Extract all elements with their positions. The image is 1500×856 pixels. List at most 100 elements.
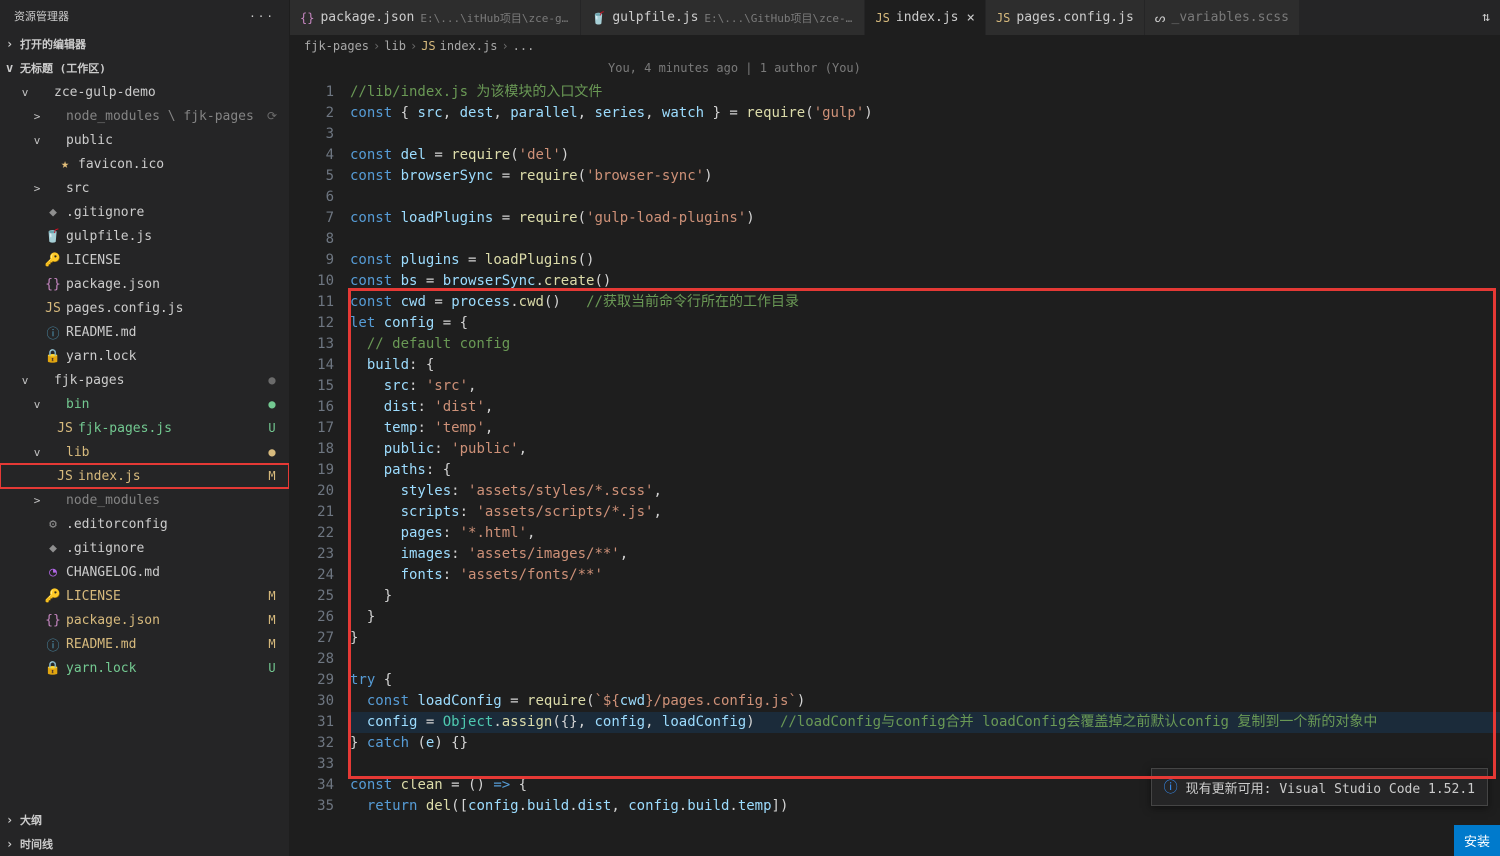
editor-tab[interactable]: ᔕ_variables.scss [1145,0,1300,35]
tree-row[interactable]: vfjk-pages● [0,368,289,392]
tree-label: .editorconfig [66,517,281,532]
explorer-title: 资源管理器 [14,8,69,24]
tree-row[interactable]: {} package.json [0,272,289,296]
tree-row[interactable]: v zce-gulp-demo [0,80,289,104]
tree-row[interactable]: 🔑LICENSE [0,248,289,272]
install-button[interactable]: 安装 [1454,825,1500,856]
tab-icon: {} [300,11,314,25]
tree-row[interactable]: ⓘREADME.md [0,320,289,344]
file-icon: 🔑 [44,589,62,604]
editor-tab[interactable]: 🥤 gulpfile.js E:\...\GitHub项目\zce-gulp-dem… [581,0,865,35]
tab-label: package.json [320,10,414,25]
workspace-section[interactable]: v无标题 (工作区) [0,56,289,80]
tree-row[interactable]: >node_modules \ fjk-pages⟳ [0,104,289,128]
outline-label: 大纲 [20,812,42,828]
tree-row[interactable]: >node_modules [0,488,289,512]
git-status: U [263,421,281,435]
chevron-icon: v [18,374,32,387]
tab-bar[interactable]: {} package.json E:\...\itHub项目\zce-gulp-de… [290,0,1500,35]
tree-label: package.json [66,613,263,628]
breadcrumb-separator: › [410,39,417,53]
tree-row[interactable]: >src [0,176,289,200]
breadcrumb-item[interactable]: index.js [440,39,498,53]
editor-tab[interactable]: JSpages.config.js [986,0,1145,35]
chevron-icon: v [30,446,44,459]
code-area[interactable]: //lib/index.js 为该模块的入口文件const { src, des… [350,57,1500,856]
breadcrumb-separator: › [373,39,380,53]
tab-icon: 🥤 [591,11,606,25]
file-icon: JS [44,301,62,316]
tree-label: node_modules [66,493,281,508]
tab-label: index.js [896,10,959,25]
tree-label: zce-gulp-demo [54,85,281,100]
tree-row[interactable]: vbin● [0,392,289,416]
git-status: ● [263,397,281,411]
breadcrumb-item[interactable]: lib [384,39,406,53]
tab-icon: ᔕ [1155,11,1166,25]
explorer-more-icon[interactable]: ··· [249,10,275,23]
codelens[interactable]: You, 4 minutes ago | 1 author (You) [608,61,861,75]
tree-label: gulpfile.js [66,229,281,244]
tab-icon: JS [996,11,1010,25]
git-status: M [263,637,281,651]
tree-label: package.json [66,277,281,292]
breadcrumb-item[interactable]: ... [513,39,535,53]
tree-row[interactable]: ★favicon.ico [0,152,289,176]
tree-label: favicon.ico [78,157,281,172]
tree-row[interactable]: 🔒yarn.lockU [0,656,289,680]
tree-row[interactable]: ⚙.editorconfig [0,512,289,536]
close-icon[interactable]: × [967,10,975,26]
update-notification[interactable]: ⓘ 现有更新可用: Visual Studio Code 1.52.1 [1151,768,1488,806]
git-status: ● [263,445,281,459]
workspace-label: 无标题 (工作区) [20,60,106,76]
tree-row[interactable]: 🔑 LICENSEM [0,584,289,608]
tree-row[interactable]: {}package.jsonM [0,608,289,632]
git-status: M [263,589,281,603]
tree-label: .gitignore [66,541,281,556]
tab-label: gulpfile.js [612,10,698,25]
tree-row[interactable]: ◆.gitignore [0,536,289,560]
breadcrumb[interactable]: fjk-pages›lib›JSindex.js›... [290,35,1500,57]
file-icon: ◆ [44,205,62,220]
tree-row[interactable]: JSfjk-pages.jsU [0,416,289,440]
tree-label: yarn.lock [66,661,263,676]
breadcrumb-item[interactable]: fjk-pages [304,39,369,53]
file-tree[interactable]: v zce-gulp-demo >node_modules \ fjk-pages⟳… [0,80,289,808]
tree-label: bin [66,397,263,412]
tree-label: .gitignore [66,205,281,220]
timeline-label: 时间线 [20,836,53,852]
gutter: 1234567891011121314151617181920212223242… [290,57,350,856]
tree-row[interactable]: ◆ .gitignore [0,200,289,224]
tree-label: LICENSE [66,589,263,604]
compare-changes-icon[interactable]: ⇅ [1472,0,1500,35]
info-icon: ⓘ [1164,777,1178,797]
tree-row[interactable]: vlib● [0,440,289,464]
tab-path: E:\...\itHub项目\zce-gulp-demo [420,10,570,26]
editor-tab[interactable]: {} package.json E:\...\itHub项目\zce-gulp-de… [290,0,581,35]
timeline-section[interactable]: ›时间线 [0,832,289,856]
tree-row[interactable]: JSindex.jsM [0,464,289,488]
tree-label: README.md [66,637,263,652]
tree-label: yarn.lock [66,349,281,364]
file-icon: JS [56,421,74,436]
tree-row[interactable]: ◔CHANGELOG.md [0,560,289,584]
editor-tab[interactable]: JSindex.js× [865,0,986,35]
outline-section[interactable]: ›大纲 [0,808,289,832]
tree-row[interactable]: ⓘREADME.mdM [0,632,289,656]
tree-row[interactable]: 🔒yarn.lock [0,344,289,368]
tree-row[interactable]: vpublic [0,128,289,152]
tree-label: pages.config.js [66,301,281,316]
breadcrumb-separator: › [501,39,508,53]
open-editors-section[interactable]: ›打开的编辑器 [0,32,289,56]
file-icon: JS [56,469,74,484]
tree-label: src [66,181,281,196]
file-icon: {} [44,277,62,292]
tree-label: fjk-pages [54,373,263,388]
git-status: M [263,469,281,483]
chevron-icon: v [18,86,32,99]
tree-row[interactable]: JS pages.config.js [0,296,289,320]
tab-path: E:\...\GitHub项目\zce-gulp-demo [704,10,854,26]
git-status: U [263,661,281,675]
editor[interactable]: You, 4 minutes ago | 1 author (You) 1234… [290,57,1500,856]
tree-row[interactable]: 🥤gulpfile.js [0,224,289,248]
